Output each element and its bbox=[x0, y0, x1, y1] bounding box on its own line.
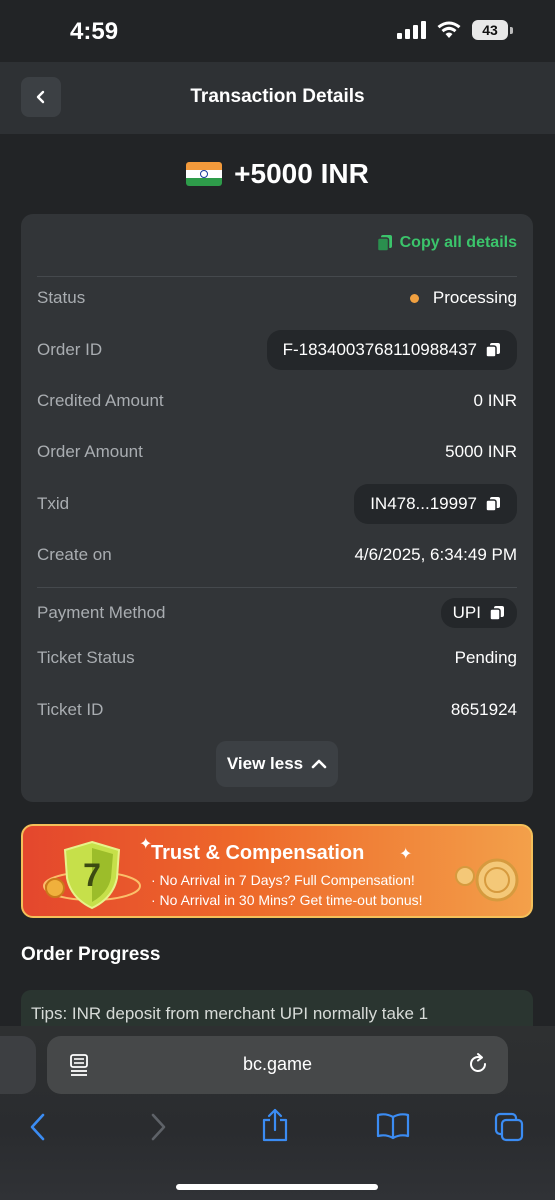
page-title: Transaction Details bbox=[190, 86, 365, 107]
url-text: bc.game bbox=[242, 1054, 313, 1074]
browser-chrome: bc.game bbox=[0, 1026, 555, 1200]
txid-copy-button[interactable]: IN478...19997 bbox=[354, 484, 517, 524]
status-bar: 4:59 43 bbox=[0, 0, 555, 62]
status-label: Status bbox=[37, 288, 86, 307]
ticket-status-row: Ticket Status Pending bbox=[37, 638, 517, 678]
share-icon[interactable] bbox=[260, 1108, 290, 1142]
banner-title: Trust & Compensation bbox=[151, 842, 365, 864]
order-id-value: F-1834003768110988437 bbox=[282, 340, 477, 359]
txid-label: Txid bbox=[37, 494, 70, 513]
credited-amount-label: Credited Amount bbox=[37, 391, 164, 410]
reload-icon[interactable] bbox=[466, 1052, 490, 1076]
copy-icon bbox=[376, 235, 392, 252]
create-on-label: Create on bbox=[37, 545, 112, 564]
amount-row: +5000 INR bbox=[0, 158, 555, 190]
shield-number: 7 bbox=[83, 857, 101, 893]
payment-method-value: UPI bbox=[452, 603, 481, 622]
ticket-id-value: 8651924 bbox=[450, 700, 517, 719]
view-less-button[interactable]: View less bbox=[216, 741, 338, 787]
create-on-row: Create on 4/6/2025, 6:34:49 PM bbox=[37, 535, 517, 575]
divider bbox=[37, 276, 517, 277]
payment-method-copy-button[interactable]: UPI bbox=[440, 598, 517, 628]
credited-amount-value: 0 INR bbox=[473, 391, 517, 410]
order-id-row: Order ID F-1834003768110988437 bbox=[37, 330, 517, 370]
previous-tab[interactable] bbox=[0, 1036, 36, 1094]
battery-icon: 43 bbox=[472, 20, 513, 40]
order-id-label: Order ID bbox=[37, 340, 103, 359]
forward-arrow-icon[interactable] bbox=[148, 1112, 168, 1142]
order-amount-row: Order Amount 5000 INR bbox=[37, 432, 517, 472]
payment-method-label: Payment Method bbox=[37, 603, 166, 622]
banner-line-1: · No Arrival in 7 Days? Full Compensatio… bbox=[151, 872, 415, 888]
page-header: Transaction Details bbox=[0, 62, 555, 134]
payment-method-row: Payment Method UPI bbox=[37, 593, 517, 633]
view-less-label: View less bbox=[226, 754, 304, 773]
order-progress-title: Order Progress bbox=[21, 944, 161, 965]
status-value-wrap: Processing bbox=[409, 288, 517, 308]
ticket-id-label: Ticket ID bbox=[37, 700, 104, 719]
order-amount-value: 5000 INR bbox=[445, 442, 517, 461]
copy-icon bbox=[485, 497, 500, 512]
back-arrow-icon[interactable] bbox=[28, 1112, 48, 1142]
ticket-status-label: Ticket Status bbox=[37, 648, 135, 667]
status-row: Status Processing bbox=[37, 278, 517, 318]
coins-icon bbox=[455, 858, 519, 902]
home-indicator bbox=[176, 1184, 378, 1190]
divider bbox=[37, 587, 517, 588]
chevron-up-icon bbox=[311, 759, 327, 769]
copy-all-details-label: Copy all details bbox=[399, 234, 517, 251]
sparkle-icon: ✦ bbox=[399, 846, 413, 863]
copy-all-details-button[interactable]: Copy all details bbox=[376, 234, 517, 252]
copy-icon bbox=[489, 606, 504, 621]
cellular-signal-icon bbox=[397, 21, 426, 39]
bookmarks-icon[interactable] bbox=[376, 1112, 410, 1140]
txid-row: Txid IN478...19997 bbox=[37, 484, 517, 524]
address-bar[interactable]: bc.game bbox=[47, 1036, 508, 1094]
order-amount-label: Order Amount bbox=[37, 442, 143, 461]
battery-level: 43 bbox=[472, 20, 508, 40]
wifi-icon bbox=[437, 21, 461, 38]
browser-toolbar bbox=[0, 1108, 555, 1162]
transaction-details-card: Copy all details Status Processing Order… bbox=[21, 214, 533, 802]
india-flag-icon bbox=[186, 162, 223, 186]
processing-status-dot bbox=[409, 293, 419, 303]
banner-line-2: · No Arrival in 30 Mins? Get time-out bo… bbox=[151, 892, 423, 908]
status-icons: 43 bbox=[397, 20, 513, 40]
ticket-status-value: Pending bbox=[454, 648, 517, 667]
credited-amount-row: Credited Amount 0 INR bbox=[37, 381, 517, 421]
txid-value: IN478...19997 bbox=[370, 494, 477, 513]
order-id-copy-button[interactable]: F-1834003768110988437 bbox=[266, 330, 517, 370]
ticket-id-row: Ticket ID 8651924 bbox=[37, 690, 517, 730]
create-on-value: 4/6/2025, 6:34:49 PM bbox=[354, 545, 517, 564]
copy-icon bbox=[485, 343, 500, 358]
status-time: 4:59 bbox=[70, 18, 119, 45]
trust-compensation-banner[interactable]: 7 ✦ ✦ Trust & Compensation · No Arrival … bbox=[21, 824, 533, 918]
tabs-icon[interactable] bbox=[494, 1112, 526, 1144]
status-value: Processing bbox=[432, 288, 517, 307]
transaction-amount: +5000 INR bbox=[234, 158, 369, 189]
